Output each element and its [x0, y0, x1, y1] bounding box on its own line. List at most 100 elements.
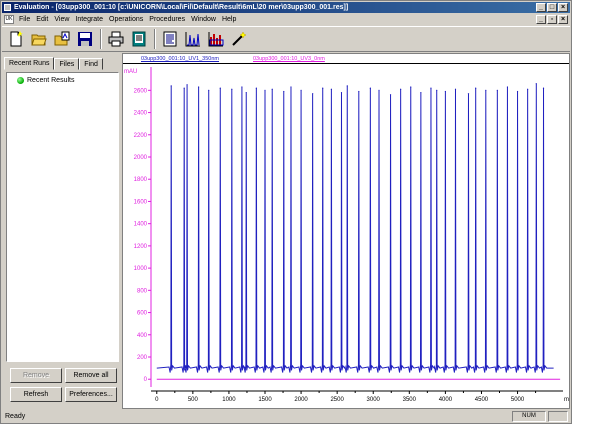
legend-uv3[interactable]: 03upp300_001:10_UV3_0nm — [253, 54, 325, 64]
chromatogram-button[interactable] — [182, 28, 204, 50]
tree-item-recent-results[interactable]: Recent Results — [17, 77, 74, 84]
left-panel: Recent Runs Files Find Recent Results Re… — [4, 57, 121, 409]
uv1-peak — [183, 87, 185, 89]
uv1-peak — [231, 88, 233, 90]
uv1-peak — [346, 85, 348, 87]
menu-integrate[interactable]: Integrate — [72, 14, 106, 25]
x-tick-label: 4000 — [439, 397, 453, 403]
uv1-peak — [506, 86, 509, 88]
minimize-button[interactable]: _ — [536, 3, 546, 12]
uv1-peak — [400, 88, 402, 90]
y-tick-label: 1800 — [134, 177, 148, 183]
uv1-curve — [156, 83, 554, 373]
uv1-peak — [271, 88, 273, 90]
document-icon[interactable]: UK — [4, 15, 14, 24]
y-tick-label: 1000 — [134, 266, 148, 272]
app-icon[interactable] — [4, 4, 11, 11]
y-tick-label: 2200 — [134, 133, 148, 139]
uv1-peak — [358, 90, 360, 93]
menu-bar: UK File Edit View Integrate Operations P… — [2, 14, 570, 25]
menu-view[interactable]: View — [51, 14, 72, 25]
y-tick-label: 1600 — [134, 199, 148, 205]
uv1-peak — [300, 89, 302, 91]
uv1-peak — [430, 87, 432, 89]
preferences-button[interactable]: Preferences... — [65, 387, 117, 402]
menu-edit[interactable]: Edit — [33, 14, 51, 25]
doc-close-button[interactable]: × — [558, 15, 568, 24]
uv1-peak — [454, 88, 457, 90]
y-tick-label: 0 — [144, 377, 148, 383]
x-tick-label: 1000 — [222, 397, 236, 403]
report-icon — [163, 31, 177, 47]
menu-window[interactable]: Window — [188, 14, 219, 25]
x-tick-label: 5000 — [511, 397, 525, 403]
report-button[interactable] — [159, 28, 181, 50]
wand-icon — [232, 31, 247, 46]
new-icon — [10, 31, 23, 47]
uv1-peak — [535, 83, 537, 85]
menu-procedures[interactable]: Procedures — [146, 14, 188, 25]
x-tick-label: 4500 — [475, 397, 489, 403]
uv1-peak — [208, 89, 210, 91]
uv1-peak — [436, 89, 438, 91]
close-button[interactable]: × — [558, 3, 568, 12]
wand-button[interactable] — [228, 28, 250, 50]
y-tick-label: 600 — [137, 311, 148, 317]
menu-operations[interactable]: Operations — [106, 14, 146, 25]
y-tick-label: 800 — [137, 288, 148, 294]
x-axis-label: ml — [564, 397, 569, 403]
refresh-button[interactable]: Refresh — [10, 387, 62, 402]
uv1-peak — [186, 84, 188, 86]
open-result-icon — [54, 31, 70, 46]
tab-recent-runs[interactable]: Recent Runs — [4, 57, 55, 70]
uv1-peak — [542, 87, 545, 89]
y-tick-label: 200 — [137, 355, 148, 361]
tab-files[interactable]: Files — [54, 58, 80, 70]
toolbar-separator — [154, 29, 156, 49]
tab-find[interactable]: Find — [79, 58, 103, 70]
y-tick-label: 1400 — [134, 222, 148, 228]
remove-button[interactable]: Remove — [10, 368, 62, 383]
remove-all-button[interactable]: Remove all — [65, 368, 117, 383]
tree-item-label: Recent Results — [27, 77, 75, 84]
legend-uv1[interactable]: 03upp300_001:10_UV1_350nm — [141, 54, 219, 64]
print-icon — [108, 31, 124, 47]
menu-help[interactable]: Help — [219, 14, 239, 25]
chromatogram-window[interactable]: 03upp300_001:10_UV1_350nm 03upp300_001:1… — [122, 53, 570, 409]
recent-runs-tree[interactable]: Recent Results — [6, 72, 119, 362]
x-tick-label: 0 — [155, 397, 159, 403]
uv1-peak — [444, 90, 446, 93]
print-button[interactable] — [105, 28, 127, 50]
open-result-button[interactable] — [51, 28, 73, 50]
uv1-peak — [241, 86, 243, 88]
uv1-peak — [485, 89, 487, 91]
window-title: Evaluation - [03upp300_001:10 [c:\UNICOR… — [14, 4, 349, 11]
y-tick-label: 400 — [137, 333, 148, 339]
new-button[interactable] — [5, 28, 27, 50]
save-button[interactable] — [74, 28, 96, 50]
maximize-button[interactable]: □ — [547, 3, 557, 12]
uv1-peak — [245, 91, 247, 94]
uv1-peak — [496, 89, 498, 91]
x-tick-label: 3000 — [367, 397, 381, 403]
uv1-peak — [516, 90, 519, 93]
chromatogram-icon — [185, 32, 200, 47]
method-button[interactable] — [128, 28, 150, 50]
open-button[interactable] — [28, 28, 50, 50]
uv1-peak — [264, 89, 266, 91]
uv1-peak — [467, 93, 470, 95]
chromatogram-chart[interactable]: 0 200 400 600 800 1000 1200 1400 1600 1800 2000 220… — [123, 65, 569, 409]
menu-file[interactable]: File — [16, 14, 33, 25]
title-bar[interactable]: Evaluation - [03upp300_001:10 [c:\UNICOR… — [2, 2, 570, 13]
uv1-peak — [219, 87, 221, 89]
doc-minimize-button[interactable]: _ — [536, 15, 546, 24]
y-tick-label: 2000 — [134, 155, 148, 161]
toolbar — [2, 26, 570, 52]
status-text: Ready — [5, 413, 26, 420]
open-folder-icon — [31, 34, 47, 46]
uv1-peak — [170, 85, 172, 87]
evaluation-window: Evaluation - [03upp300_001:10 [c:\UNICOR… — [0, 0, 572, 424]
doc-restore-button[interactable]: ▫ — [547, 15, 557, 24]
peak-table-button[interactable] — [205, 28, 227, 50]
uv1-peak — [378, 89, 380, 91]
